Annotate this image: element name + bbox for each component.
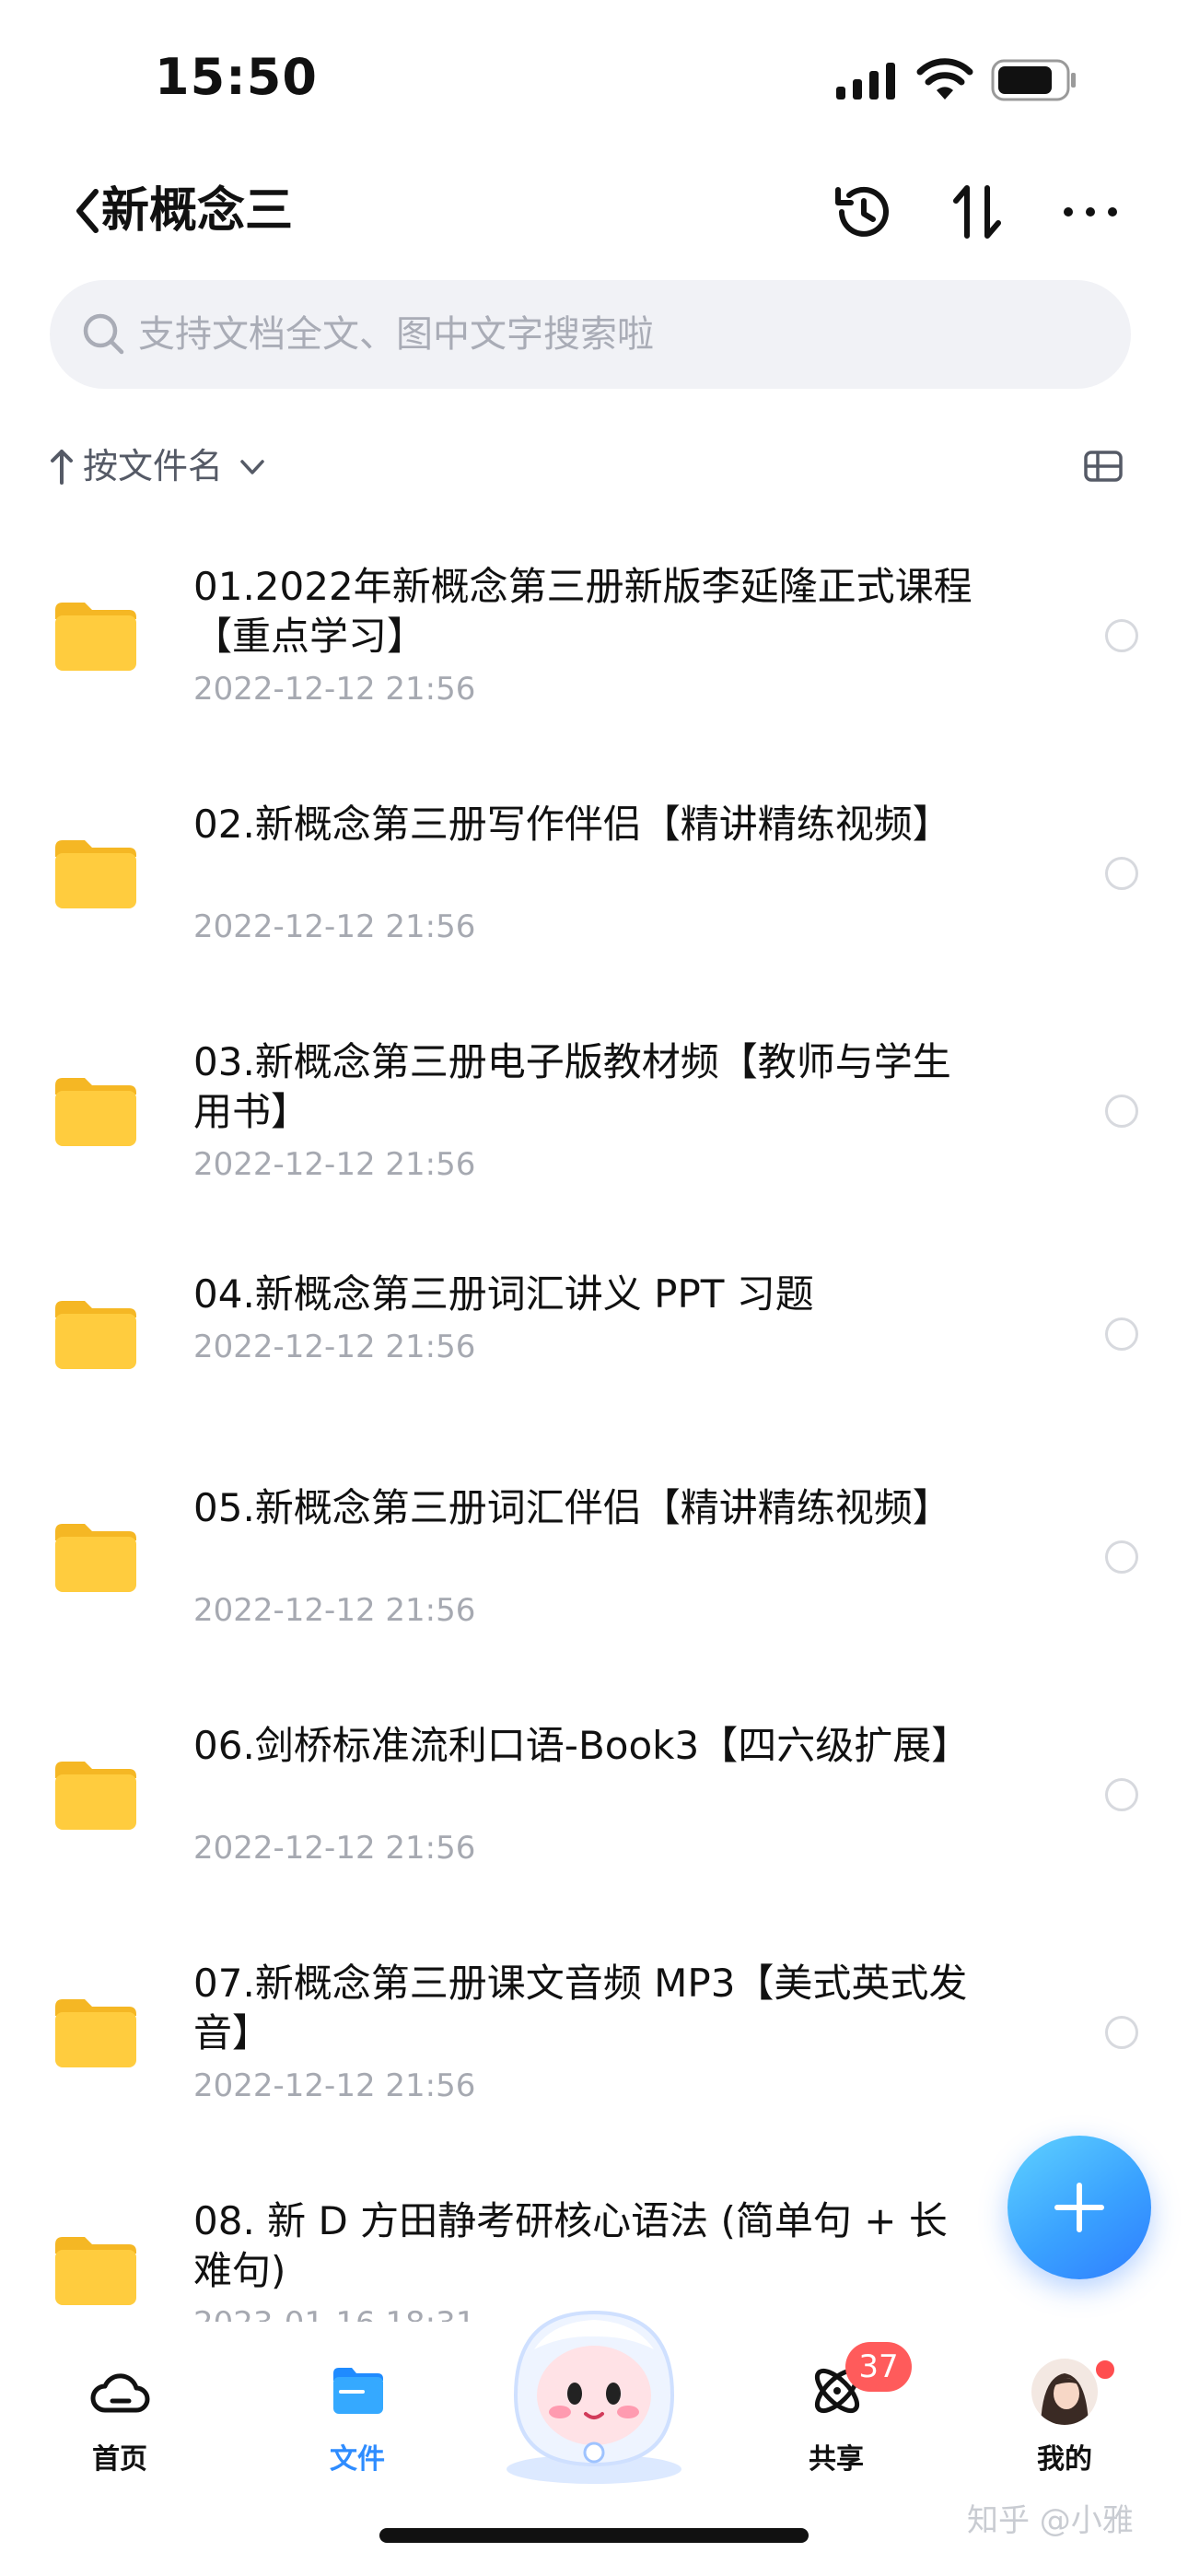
history-icon[interactable] <box>829 177 899 247</box>
page-title: 新概念三 <box>101 183 294 239</box>
list-item[interactable]: 06.剑桥标准流利口语-Book3【四六级扩展】 2022-12-12 21:5… <box>0 1684 1188 1896</box>
file-date: 2022-12-12 21:56 <box>193 1592 476 1629</box>
mascot-assistant-icon[interactable] <box>488 2294 700 2488</box>
list-view-icon[interactable] <box>1083 448 1124 485</box>
avatar <box>1031 2359 1098 2425</box>
folder-icon <box>55 1762 136 1830</box>
file-name: 05.新概念第三册词汇伴侣【精讲精练视频】 <box>193 1485 951 1530</box>
select-checkbox[interactable] <box>1105 1778 1138 1811</box>
file-date: 2022-12-12 21:56 <box>193 908 476 945</box>
select-checkbox[interactable] <box>1105 857 1138 890</box>
list-item[interactable]: 05.新概念第三册词汇伴侣【精讲精练视频】 2022-12-12 21:56 <box>0 1446 1188 1658</box>
file-date: 2022-12-12 21:56 <box>193 671 476 708</box>
folder-icon <box>55 1301 136 1369</box>
notification-dot <box>1092 2357 1118 2383</box>
chevron-down-icon <box>240 460 264 474</box>
cellular-signal-icon <box>836 63 895 100</box>
watermark: 知乎 @小雅 <box>967 2502 1134 2539</box>
select-checkbox[interactable] <box>1105 1540 1138 1574</box>
search-input[interactable] <box>138 302 1096 367</box>
select-checkbox[interactable] <box>1105 1317 1138 1351</box>
file-date: 2022-12-12 21:56 <box>193 2067 476 2104</box>
search-box[interactable] <box>50 280 1131 389</box>
more-icon[interactable] <box>1055 177 1125 247</box>
folder-icon <box>55 2237 136 2305</box>
folder-icon <box>55 1078 136 1146</box>
cloud-icon <box>90 2373 150 2413</box>
folder-icon <box>55 1524 136 1592</box>
file-date: 2022-12-12 21:56 <box>193 1146 476 1183</box>
status-time: 15:50 <box>155 48 318 106</box>
list-item[interactable]: 02.新概念第三册写作伴侣【精讲精练视频】 2022-12-12 21:56 <box>0 763 1188 975</box>
select-checkbox[interactable] <box>1105 1095 1138 1128</box>
file-date: 2022-12-12 21:56 <box>193 1830 476 1867</box>
folder-icon <box>333 2368 383 2414</box>
file-name: 02.新概念第三册写作伴侣【精讲精练视频】 <box>193 802 951 847</box>
list-item[interactable]: 03.新概念第三册电子版教材频【教师与学生用书】 2022-12-12 21:5… <box>0 1001 1188 1212</box>
plus-icon <box>1054 2183 1104 2232</box>
sort-by-name-label[interactable]: 按文件名 <box>83 440 223 492</box>
arrow-up-icon <box>51 450 73 485</box>
tab-home[interactable]: 首页 <box>55 2340 184 2488</box>
select-checkbox[interactable] <box>1105 619 1138 652</box>
tab-label: 我的 <box>1037 2443 1092 2476</box>
folder-icon <box>55 603 136 671</box>
file-name: 04.新概念第三册词汇讲义 PPT 习题 <box>193 1271 814 1317</box>
list-item[interactable]: 01.2022年新概念第三册新版李延隆正式课程【重点学习】 2022-12-12… <box>0 525 1188 737</box>
tab-label: 文件 <box>330 2443 385 2476</box>
list-item[interactable]: 04.新概念第三册词汇讲义 PPT 习题 2022-12-12 21:56 <box>0 1238 1188 1423</box>
search-icon <box>83 313 124 355</box>
folder-icon <box>55 1999 136 2067</box>
sort-row[interactable]: 按文件名 <box>0 433 1188 498</box>
battery-icon <box>991 59 1076 101</box>
file-date: 2022-12-12 21:56 <box>193 1329 476 1365</box>
nav-bar: 新概念三 <box>0 166 1188 258</box>
file-name: 08. 新 D 方田静考研核心语法 (简单句 + 长难句) <box>193 2198 948 2293</box>
back-chevron-icon[interactable] <box>68 179 105 243</box>
file-name: 07.新概念第三册课文音频 MP3【美式英式发音】 <box>193 1961 968 2055</box>
list-item[interactable]: 07.新概念第三册课文音频 MP3【美式英式发音】 2022-12-12 21:… <box>0 1922 1188 2134</box>
add-button[interactable] <box>1007 2136 1151 2279</box>
sort-icon[interactable] <box>943 177 1013 247</box>
share-count-badge: 37 <box>845 2342 912 2392</box>
tab-label: 共享 <box>809 2443 864 2476</box>
folder-icon <box>55 840 136 908</box>
wifi-icon <box>916 58 973 100</box>
tab-files[interactable]: 文件 <box>293 2340 422 2488</box>
tab-label: 首页 <box>92 2443 147 2476</box>
file-name: 03.新概念第三册电子版教材频【教师与学生用书】 <box>193 1039 951 1134</box>
select-checkbox[interactable] <box>1105 2016 1138 2049</box>
status-bar: 15:50 <box>0 0 1188 157</box>
file-name: 01.2022年新概念第三册新版李延隆正式课程【重点学习】 <box>193 564 973 659</box>
file-name: 06.剑桥标准流利口语-Book3【四六级扩展】 <box>193 1723 971 1768</box>
home-indicator[interactable] <box>379 2528 809 2543</box>
